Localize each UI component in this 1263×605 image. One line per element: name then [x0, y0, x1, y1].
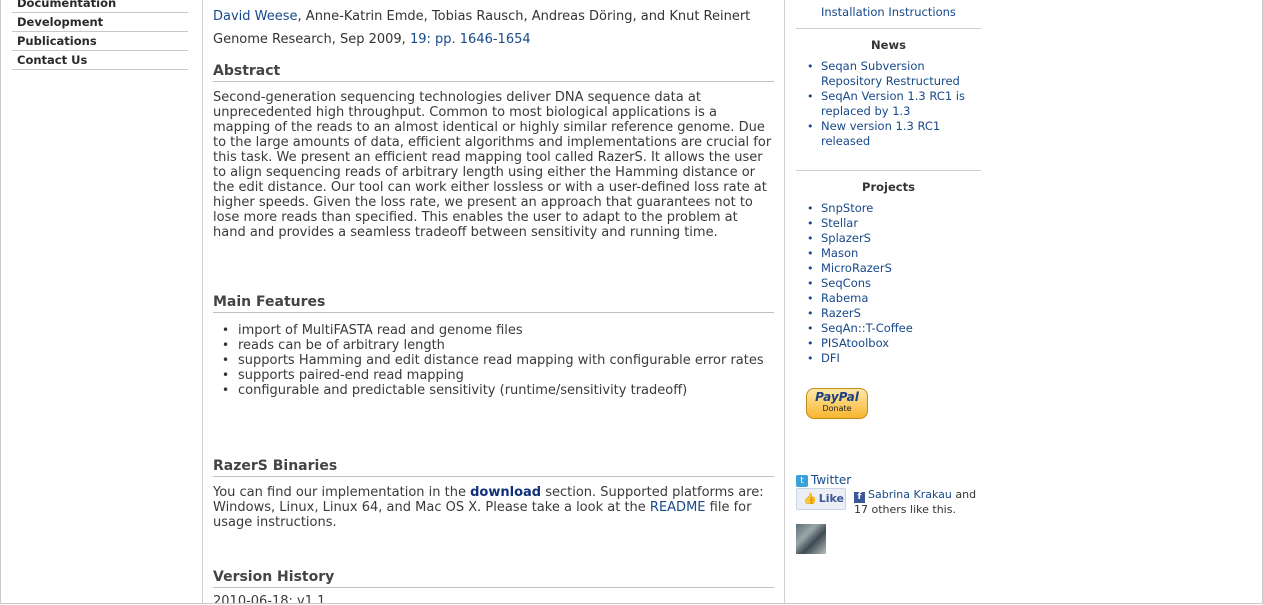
version-history-heading: Version History [213, 568, 774, 588]
projects-heading: Projects [796, 170, 981, 196]
news-item[interactable]: Seqan Subversion Repository Restructured [807, 59, 981, 89]
list-item: configurable and predictable sensitivity… [222, 383, 774, 398]
news-item[interactable]: New version 1.3 RC1 released [807, 119, 981, 149]
nav-item-contact-us[interactable]: Contact Us [12, 51, 188, 70]
project-link-snpstore[interactable]: SnpStore [807, 201, 981, 216]
features-list: import of MultiFASTA read and genome fil… [213, 323, 774, 398]
like-label: Like [818, 492, 844, 505]
binaries-text: You can find our implementation in the d… [213, 485, 774, 530]
project-link-pisatoolbox[interactable]: PISAtoolbox [807, 336, 981, 351]
right-column-divider [784, 0, 785, 603]
paypal-logo: PayPal [815, 390, 859, 404]
project-link-seqcons[interactable]: SeqCons [807, 276, 981, 291]
nav-item-development[interactable]: Development [12, 13, 188, 32]
list-item: reads can be of arbitrary length [222, 338, 774, 353]
news-heading: News [796, 28, 981, 54]
project-link-stellar[interactable]: Stellar [807, 216, 981, 231]
nav-item-documentation[interactable]: Documentation [12, 0, 188, 13]
volume-pages-link[interactable]: 19: pp. 1646-1654 [410, 32, 531, 47]
page-frame: Documentation Development Publications C… [0, 0, 1263, 604]
binaries-text-1: You can find our implementation in the [213, 485, 466, 500]
download-link[interactable]: download [470, 485, 541, 500]
publication-authors: David Weese, Anne-Katrin Emde, Tobias Ra… [213, 9, 788, 25]
list-item: supports Hamming and edit distance read … [222, 353, 774, 368]
readme-link[interactable]: README [650, 500, 706, 515]
twitter-link[interactable]: t Twitter [796, 473, 851, 487]
nav-item-publications[interactable]: Publications [12, 32, 188, 51]
abstract-text: Second-generation sequencing technologie… [213, 90, 772, 240]
project-link-rabema[interactable]: Rabema [807, 291, 981, 306]
project-link-microrazers[interactable]: MicroRazerS [807, 261, 981, 276]
project-link-mason[interactable]: Mason [807, 246, 981, 261]
publication-journal: Genome Research, Sep 2009, 19: pp. 1646-… [213, 32, 531, 48]
installation-instructions-link[interactable]: Installation Instructions [821, 5, 956, 19]
news-item[interactable]: SeqAn Version 1.3 RC1 is replaced by 1.3 [807, 89, 981, 119]
left-column-divider [202, 0, 203, 603]
avatar[interactable] [796, 524, 826, 554]
journal-name: Genome Research, Sep 2009, [213, 32, 406, 47]
paypal-donate-button[interactable]: PayPal Donate [806, 388, 868, 419]
list-item: supports paired-end read mapping [222, 368, 774, 383]
version-entry: 2010-06-18: v1.1 [213, 594, 326, 604]
features-heading: Main Features [213, 293, 774, 313]
facebook-icon: f [854, 492, 865, 503]
abstract-heading: Abstract [213, 62, 774, 82]
twitter-bird-icon: t [796, 474, 808, 487]
binaries-heading: RazerS Binaries [213, 457, 774, 477]
projects-list: SnpStore Stellar SplazerS Mason MicroRaz… [796, 201, 981, 366]
author-link-david-weese[interactable]: David Weese [213, 9, 298, 24]
facebook-like-count: f Sabrina Krakau and 17 others like this. [854, 488, 984, 517]
fb-user-link[interactable]: Sabrina Krakau [868, 488, 952, 501]
authors-rest: , Anne-Katrin Emde, Tobias Rausch, Andre… [297, 9, 751, 24]
thumbs-up-icon: 👍 [803, 492, 817, 505]
project-link-razers[interactable]: RazerS [807, 306, 981, 321]
twitter-label: Twitter [811, 473, 852, 487]
project-link-dfi[interactable]: DFI [807, 351, 981, 366]
facebook-like-button[interactable]: 👍 Like [796, 488, 846, 510]
news-list: Seqan Subversion Repository Restructured… [796, 59, 981, 149]
project-link-splazers[interactable]: SplazerS [807, 231, 981, 246]
donate-label: Donate [822, 404, 852, 413]
list-item: import of MultiFASTA read and genome fil… [222, 323, 774, 338]
project-link-seqan-t-coffee[interactable]: SeqAn::T-Coffee [807, 321, 981, 336]
left-nav: Documentation Development Publications C… [12, 0, 188, 70]
